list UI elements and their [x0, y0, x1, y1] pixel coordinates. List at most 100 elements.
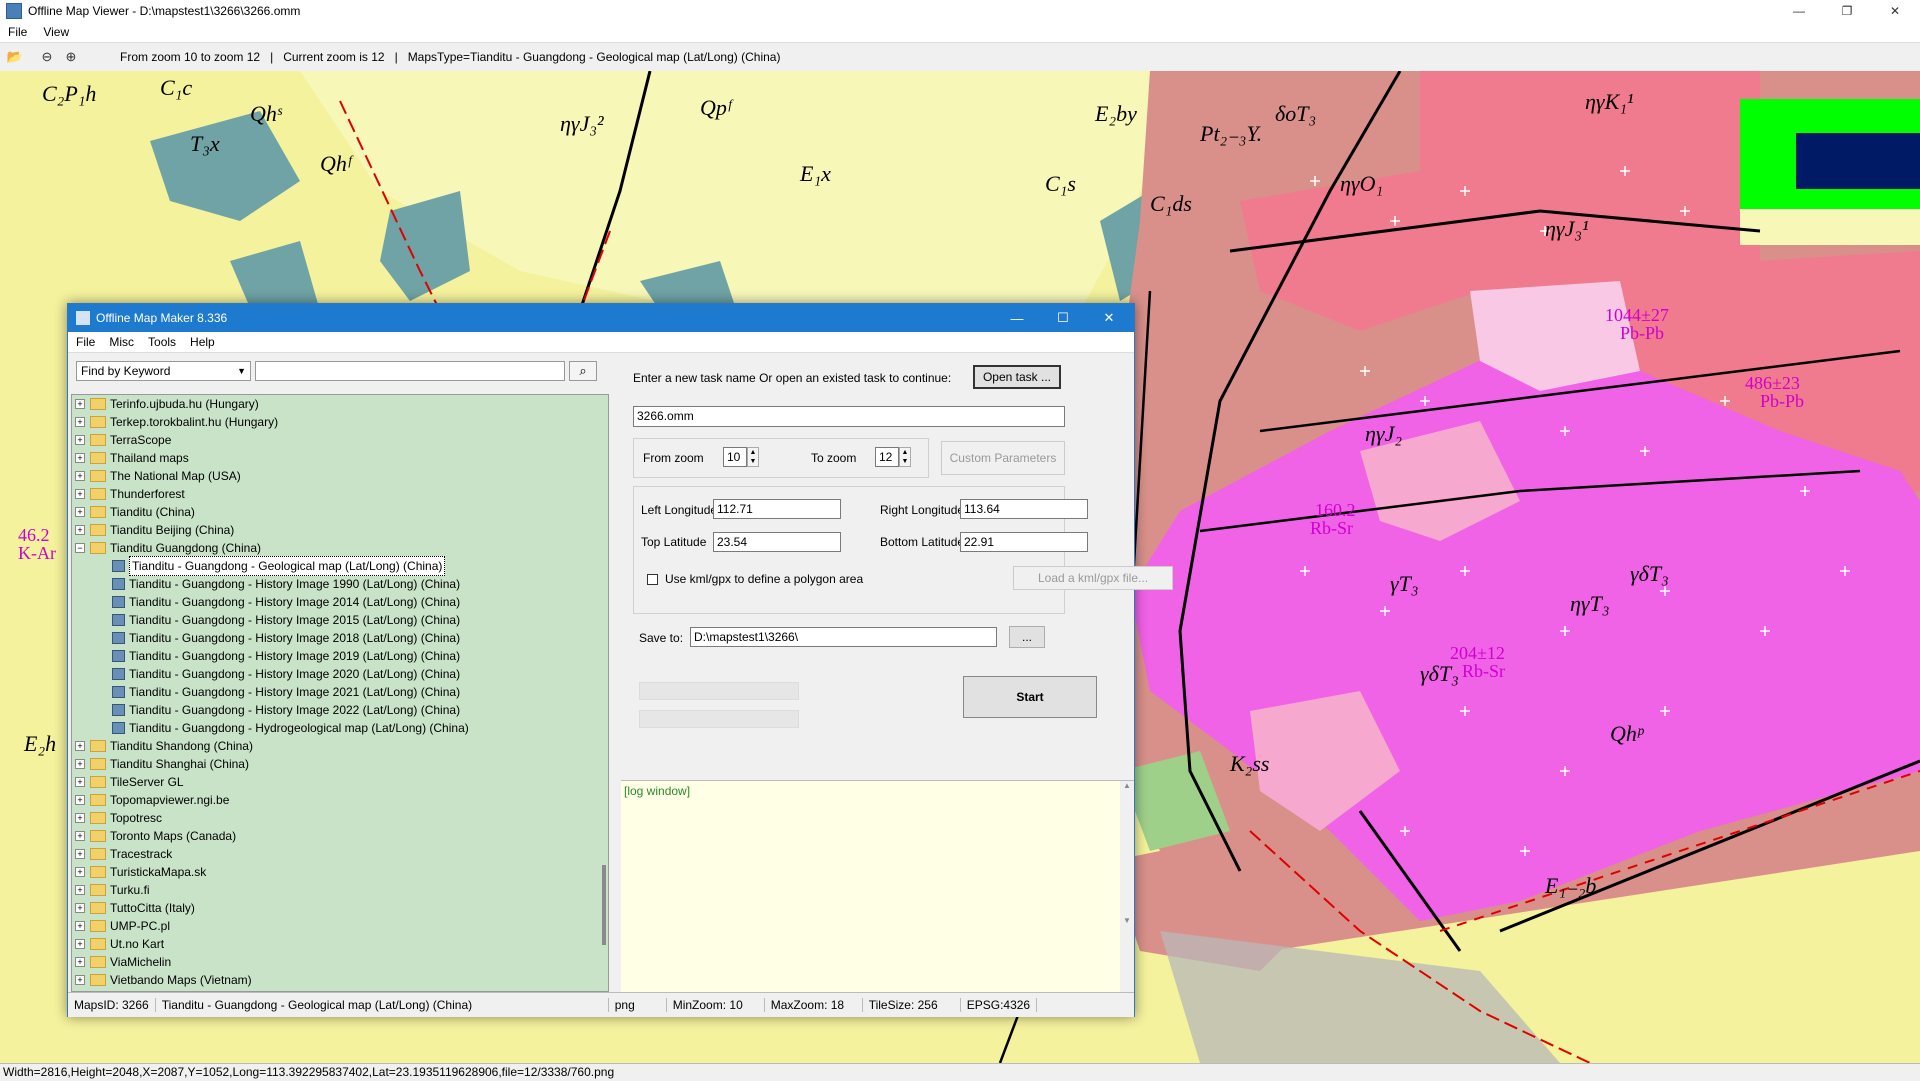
expand-icon[interactable]: + [75, 975, 85, 985]
tree-map-item[interactable]: Tianditu - Guangdong - History Image 199… [72, 575, 608, 593]
tree-folder-item[interactable]: + Thailand maps [72, 449, 608, 467]
tree-map-item[interactable]: Tianditu - Guangdong - History Image 202… [72, 701, 608, 719]
tree-folder-item[interactable]: + Thunderforest [72, 485, 608, 503]
expand-icon[interactable]: + [75, 741, 85, 751]
tree-map-item[interactable]: Tianditu - Guangdong - History Image 202… [72, 665, 608, 683]
expand-icon[interactable]: + [75, 453, 85, 463]
search-button[interactable]: ⌕ [569, 361, 597, 381]
tree-map-item[interactable]: Tianditu - Guangdong - History Image 201… [72, 647, 608, 665]
bottom-latitude-input[interactable]: 22.91 [960, 532, 1088, 552]
expand-icon[interactable]: + [75, 525, 85, 535]
tree-folder-item[interactable]: − Tianditu Guangdong (China) [72, 539, 608, 557]
tree-item-label: Tianditu - Guangdong - History Image 202… [129, 667, 461, 681]
maps-id-status: MapsID: 3266 [68, 998, 156, 1012]
tree-folder-item[interactable]: + TileServer GL [72, 773, 608, 791]
log-window[interactable]: [log window] ▲ ▼ [621, 780, 1134, 993]
tree-map-item[interactable]: Tianditu - Guangdong - History Image 201… [72, 593, 608, 611]
tree-folder-item[interactable]: + Vietbando Maps (Vietnam) [72, 971, 608, 989]
expand-icon[interactable]: + [75, 759, 85, 769]
tree-folder-item[interactable]: + ViaMichelin [72, 953, 608, 971]
find-keyword-input[interactable] [255, 361, 565, 381]
zoom-in-icon[interactable]: ⊕ [62, 48, 80, 66]
tree-map-item[interactable]: Tianditu - Guangdong - Hydrogeological m… [72, 719, 608, 737]
dialog-menu-file[interactable]: File [68, 335, 101, 349]
dialog-menu-tools[interactable]: Tools [140, 335, 182, 349]
zoom-out-icon[interactable]: ⊖ [38, 48, 56, 66]
tree-map-item[interactable]: Tianditu - Guangdong - History Image 201… [72, 611, 608, 629]
tree-folder-item[interactable]: + Tianditu Shandong (China) [72, 737, 608, 755]
tree-folder-item[interactable]: + Tianditu Beijing (China) [72, 521, 608, 539]
find-mode-select[interactable]: Find by Keyword ▼ [76, 361, 251, 381]
expand-icon[interactable]: + [75, 795, 85, 805]
expand-icon[interactable]: + [75, 903, 85, 913]
expand-icon[interactable]: + [75, 435, 85, 445]
load-kml-button[interactable]: Load a kml/gpx file... [1013, 566, 1173, 590]
expand-icon[interactable]: + [75, 417, 85, 427]
to-zoom-input[interactable]: 12 [875, 447, 899, 467]
expand-icon[interactable]: + [75, 921, 85, 931]
minimize-button[interactable]: — [1776, 0, 1822, 22]
close-button[interactable]: ✕ [1872, 0, 1918, 22]
expand-icon[interactable]: + [75, 489, 85, 499]
start-button[interactable]: Start [963, 676, 1097, 718]
tree-map-item[interactable]: Tianditu - Guangdong - History Image 202… [72, 683, 608, 701]
expand-icon[interactable]: + [75, 399, 85, 409]
tree-folder-item[interactable]: + Topomapviewer.ngi.be [72, 791, 608, 809]
dialog-menu-help[interactable]: Help [182, 335, 221, 349]
dialog-minimize-button[interactable]: — [994, 304, 1040, 332]
expand-icon[interactable]: + [75, 831, 85, 841]
save-to-input[interactable]: D:\mapstest1\3266\ [690, 627, 997, 647]
expand-icon[interactable]: + [75, 507, 85, 517]
tree-folder-item[interactable]: + Tianditu (China) [72, 503, 608, 521]
expand-icon[interactable]: + [75, 849, 85, 859]
maximize-button[interactable]: ❐ [1824, 0, 1870, 22]
dialog-menu-misc[interactable]: Misc [101, 335, 140, 349]
tree-folder-item[interactable]: + Terkep.torokbalint.hu (Hungary) [72, 413, 608, 431]
tree-map-item[interactable]: Tianditu - Guangdong - Geological map (L… [72, 556, 608, 576]
dialog-maximize-button[interactable]: ☐ [1040, 304, 1086, 332]
tree-folder-item[interactable]: + Tianditu Shanghai (China) [72, 755, 608, 773]
expand-icon[interactable]: + [75, 885, 85, 895]
expand-icon[interactable]: + [75, 939, 85, 949]
tree-folder-item[interactable]: + TuristickaMapa.sk [72, 863, 608, 881]
left-longitude-input[interactable]: 112.71 [713, 499, 841, 519]
task-name-input[interactable]: 3266.omm [633, 406, 1065, 427]
use-kml-checkbox[interactable] [647, 574, 658, 585]
tree-folder-item[interactable]: + Terinfo.ujbuda.hu (Hungary) [72, 395, 608, 413]
expand-icon[interactable]: + [75, 471, 85, 481]
tree-folder-item[interactable]: + Ut.no Kart [72, 935, 608, 953]
tree-scrollbar[interactable] [602, 865, 606, 945]
open-task-button[interactable]: Open task ... [973, 365, 1061, 389]
tree-folder-item[interactable]: + The National Map (USA) [72, 467, 608, 485]
dialog-close-button[interactable]: ✕ [1086, 304, 1132, 332]
from-zoom-input[interactable]: 10 [723, 447, 747, 467]
log-scrollbar[interactable]: ▲ ▼ [1120, 781, 1134, 993]
top-latitude-input[interactable]: 23.54 [713, 532, 841, 552]
tree-folder-item[interactable]: + Topotresc [72, 809, 608, 827]
max-zoom-status: MaxZoom: 18 [765, 998, 863, 1012]
tree-folder-item[interactable]: + TerraScope [72, 431, 608, 449]
tree-folder-item[interactable]: + UMP-PC.pl [72, 917, 608, 935]
open-folder-icon[interactable]: 📂 [6, 48, 24, 66]
expand-icon[interactable]: + [75, 777, 85, 787]
map-icon [112, 668, 125, 680]
menu-file[interactable]: File [0, 25, 35, 39]
expand-icon[interactable]: + [75, 867, 85, 877]
tree-folder-item[interactable]: + TuttoCitta (Italy) [72, 899, 608, 917]
expand-icon[interactable]: + [75, 813, 85, 823]
to-zoom-stepper[interactable]: ▲ ▼ [899, 447, 911, 467]
tree-map-item[interactable]: Tianditu - Guangdong - History Image 201… [72, 629, 608, 647]
tree-folder-item[interactable]: + Turku.fi [72, 881, 608, 899]
browse-button[interactable]: ... [1009, 626, 1045, 648]
tree-folder-item[interactable]: + Toronto Maps (Canada) [72, 827, 608, 845]
right-longitude-input[interactable]: 113.64 [960, 499, 1088, 519]
from-zoom-stepper[interactable]: ▲ ▼ [747, 447, 759, 467]
menu-view[interactable]: View [35, 25, 77, 39]
map-dating-label: Pb-Pb [1620, 323, 1664, 343]
tree-folder-item[interactable]: + Tracestrack [72, 845, 608, 863]
folder-icon [90, 956, 106, 968]
collapse-icon[interactable]: − [75, 543, 85, 553]
maps-tree[interactable]: + Terinfo.ujbuda.hu (Hungary) + Terkep.toro… [71, 394, 609, 992]
custom-parameters-button[interactable]: Custom Parameters [941, 441, 1065, 475]
expand-icon[interactable]: + [75, 957, 85, 967]
